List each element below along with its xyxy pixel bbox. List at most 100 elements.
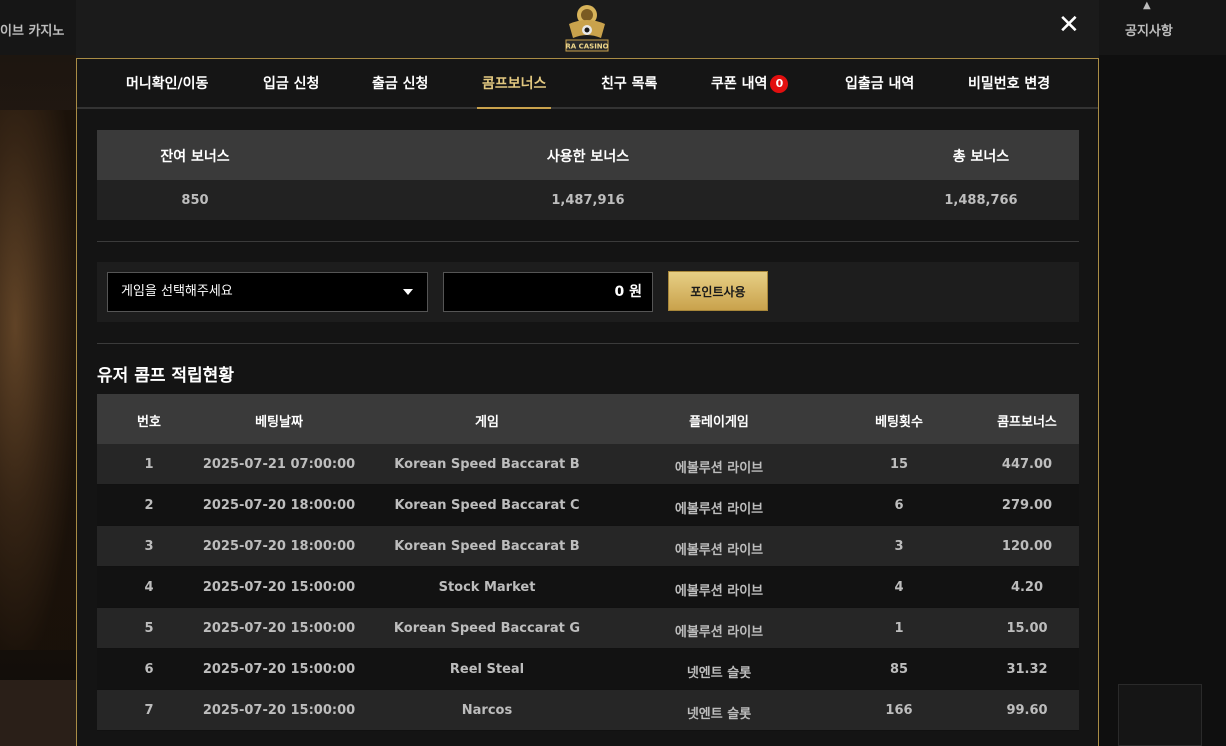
background-right-panel <box>1099 0 1226 746</box>
cell-comp-bonus: 99.60 <box>1006 703 1048 718</box>
table-body: 1 2025-07-21 07:00:00 Korean Speed Baccara… <box>97 444 1079 731</box>
cell-comp-bonus: 120.00 <box>1001 539 1053 554</box>
cell-play-game: 에볼루션 라이브 <box>674 502 764 517</box>
notice-icon: ▲ <box>1143 0 1151 11</box>
used-bonus-value: 1,487,916 <box>551 193 625 208</box>
tab-withdraw-request[interactable]: 출금 신청 <box>372 59 428 107</box>
remaining-bonus-header: 잔여 보너스 <box>160 149 230 165</box>
cell-number: 3 <box>144 539 154 554</box>
table-row: 1 2025-07-21 07:00:00 Korean Speed Baccara… <box>97 444 1079 485</box>
cell-number: 6 <box>144 662 154 677</box>
modal-body: 머니확인/이동 입금 신청 출금 신청 콤프보너스 친구 목록 쿠폰 내역 0 입… <box>76 58 1099 746</box>
summary-values: 850 1,487,916 1,488,766 <box>97 180 1079 220</box>
total-bonus-value: 1,488,766 <box>944 193 1018 208</box>
comp-bonus-modal: RA CASINO ✕ 머니확인/이동 입금 신청 출금 신청 콤프보너스 친구… <box>76 0 1099 746</box>
cell-game: Korean Speed Baccarat B <box>394 457 580 472</box>
close-button[interactable]: ✕ <box>1058 12 1080 38</box>
cell-bet-count: 85 <box>889 662 909 677</box>
tab-coupon-history[interactable]: 쿠폰 내역 0 <box>711 59 789 107</box>
background-card-right <box>1118 684 1202 746</box>
ra-casino-logo-icon: RA CASINO <box>565 5 609 52</box>
divider <box>97 343 1079 344</box>
background-card-left <box>0 680 76 746</box>
cell-bet-date: 2025-07-20 15:00:00 <box>202 662 356 677</box>
cell-bet-date: 2025-07-20 15:00:00 <box>202 703 356 718</box>
cell-comp-bonus: 447.00 <box>1001 457 1053 472</box>
tab-bar: 머니확인/이동 입금 신청 출금 신청 콤프보너스 친구 목록 쿠폰 내역 0 입… <box>77 59 1098 109</box>
background-nav-live-casino[interactable]: 이브 카지노 <box>0 20 64 39</box>
cell-number: 7 <box>144 703 154 718</box>
modal-header: RA CASINO ✕ <box>76 0 1099 58</box>
game-select-value: 게임을 선택해주세요 <box>121 284 233 299</box>
coupon-count-badge: 0 <box>770 75 789 93</box>
total-bonus-header: 총 보너스 <box>952 149 1010 165</box>
cell-game: Narcos <box>461 703 513 718</box>
cell-number: 4 <box>144 580 154 595</box>
tab-money-check[interactable]: 머니확인/이동 <box>126 59 208 107</box>
cell-bet-count: 4 <box>894 580 904 595</box>
cell-number: 2 <box>144 498 154 513</box>
summary-header: 잔여 보너스 사용한 보너스 총 보너스 <box>97 130 1079 180</box>
points-amount-input[interactable]: 0 원 <box>443 272 653 312</box>
cell-play-game: 에볼루션 라이브 <box>674 584 764 599</box>
cell-play-game: 에볼루션 라이브 <box>674 625 764 640</box>
cell-play-game: 에볼루션 라이브 <box>674 543 764 558</box>
table-row: 5 2025-07-20 15:00:00 Korean Speed Baccara… <box>97 608 1079 649</box>
cell-game: Korean Speed Baccarat C <box>394 498 580 513</box>
table-row: 4 2025-07-20 15:00:00 Stock Market 에볼루션 라이브… <box>97 567 1079 608</box>
use-points-button[interactable]: 포인트사용 <box>668 271 768 311</box>
col-comp-bonus: 콤프보너스 <box>997 415 1057 430</box>
chevron-down-icon <box>403 289 413 295</box>
cell-bet-count: 166 <box>885 703 913 718</box>
cell-bet-date: 2025-07-20 15:00:00 <box>202 621 356 636</box>
point-use-controls: 게임을 선택해주세요 0 원 포인트사용 <box>97 262 1079 322</box>
remaining-bonus-value: 850 <box>181 193 209 208</box>
cell-comp-bonus: 15.00 <box>1006 621 1048 636</box>
col-play-game: 플레이게임 <box>689 415 749 430</box>
cell-comp-bonus: 4.20 <box>1010 580 1044 595</box>
cell-bet-count: 3 <box>894 539 904 554</box>
active-tab-indicator <box>477 107 551 109</box>
col-number: 번호 <box>137 415 161 430</box>
col-game: 게임 <box>475 415 499 430</box>
game-select[interactable]: 게임을 선택해주세요 <box>107 272 428 312</box>
col-bet-date: 베팅날짜 <box>255 415 303 430</box>
table-row: 6 2025-07-20 15:00:00 Reel Steal 넷엔트 슬롯 85 31… <box>97 649 1079 690</box>
cell-comp-bonus: 31.32 <box>1006 662 1048 677</box>
comp-history-table: 번호 베팅날짜 게임 플레이게임 베팅횟수 콤프보너스 1 2025-07-21 … <box>97 394 1079 731</box>
table-row: 7 2025-07-20 15:00:00 Narcos 넷엔트 슬롯 166 99.60 <box>97 690 1079 731</box>
cell-game: Stock Market <box>438 580 536 595</box>
tab-friend-list[interactable]: 친구 목록 <box>601 59 657 107</box>
logo-text: RA CASINO <box>565 43 608 51</box>
cell-game: Korean Speed Baccarat G <box>393 621 581 636</box>
background-casino-art <box>0 110 76 650</box>
tab-comp-bonus[interactable]: 콤프보너스 <box>482 59 546 107</box>
cell-bet-date: 2025-07-21 07:00:00 <box>202 457 356 472</box>
cell-bet-count: 1 <box>894 621 904 636</box>
cell-bet-date: 2025-07-20 15:00:00 <box>202 580 356 595</box>
tab-transaction-history[interactable]: 입출금 내역 <box>845 59 914 107</box>
cell-bet-date: 2025-07-20 18:00:00 <box>202 539 356 554</box>
tab-deposit-request[interactable]: 입금 신청 <box>263 59 319 107</box>
tab-change-password[interactable]: 비밀번호 변경 <box>968 59 1050 107</box>
col-bet-count: 베팅횟수 <box>875 415 923 430</box>
table-row: 2 2025-07-20 18:00:00 Korean Speed Baccara… <box>97 485 1079 526</box>
cell-number: 5 <box>144 621 154 636</box>
table-header: 번호 베팅날짜 게임 플레이게임 베팅횟수 콤프보너스 <box>97 394 1079 444</box>
cell-bet-count: 15 <box>889 457 909 472</box>
table-row: 3 2025-07-20 18:00:00 Korean Speed Baccara… <box>97 526 1079 567</box>
divider <box>97 241 1079 242</box>
tab-coupon-label: 쿠폰 내역 <box>711 76 768 92</box>
cell-game: Reel Steal <box>449 662 525 677</box>
cell-play-game: 에볼루션 라이브 <box>674 461 764 476</box>
background-nav-notice[interactable]: 공지사항 <box>1125 20 1173 39</box>
cell-comp-bonus: 279.00 <box>1001 498 1053 513</box>
cell-game: Korean Speed Baccarat B <box>394 539 580 554</box>
cell-play-game: 넷엔트 슬롯 <box>686 666 752 681</box>
cell-number: 1 <box>144 457 154 472</box>
cell-bet-count: 6 <box>894 498 904 513</box>
section-title: 유저 콤프 적립현황 <box>97 366 234 386</box>
cell-bet-date: 2025-07-20 18:00:00 <box>202 498 356 513</box>
bonus-summary: 잔여 보너스 사용한 보너스 총 보너스 850 1,487,916 1,488… <box>97 130 1079 220</box>
cell-play-game: 넷엔트 슬롯 <box>686 707 752 722</box>
